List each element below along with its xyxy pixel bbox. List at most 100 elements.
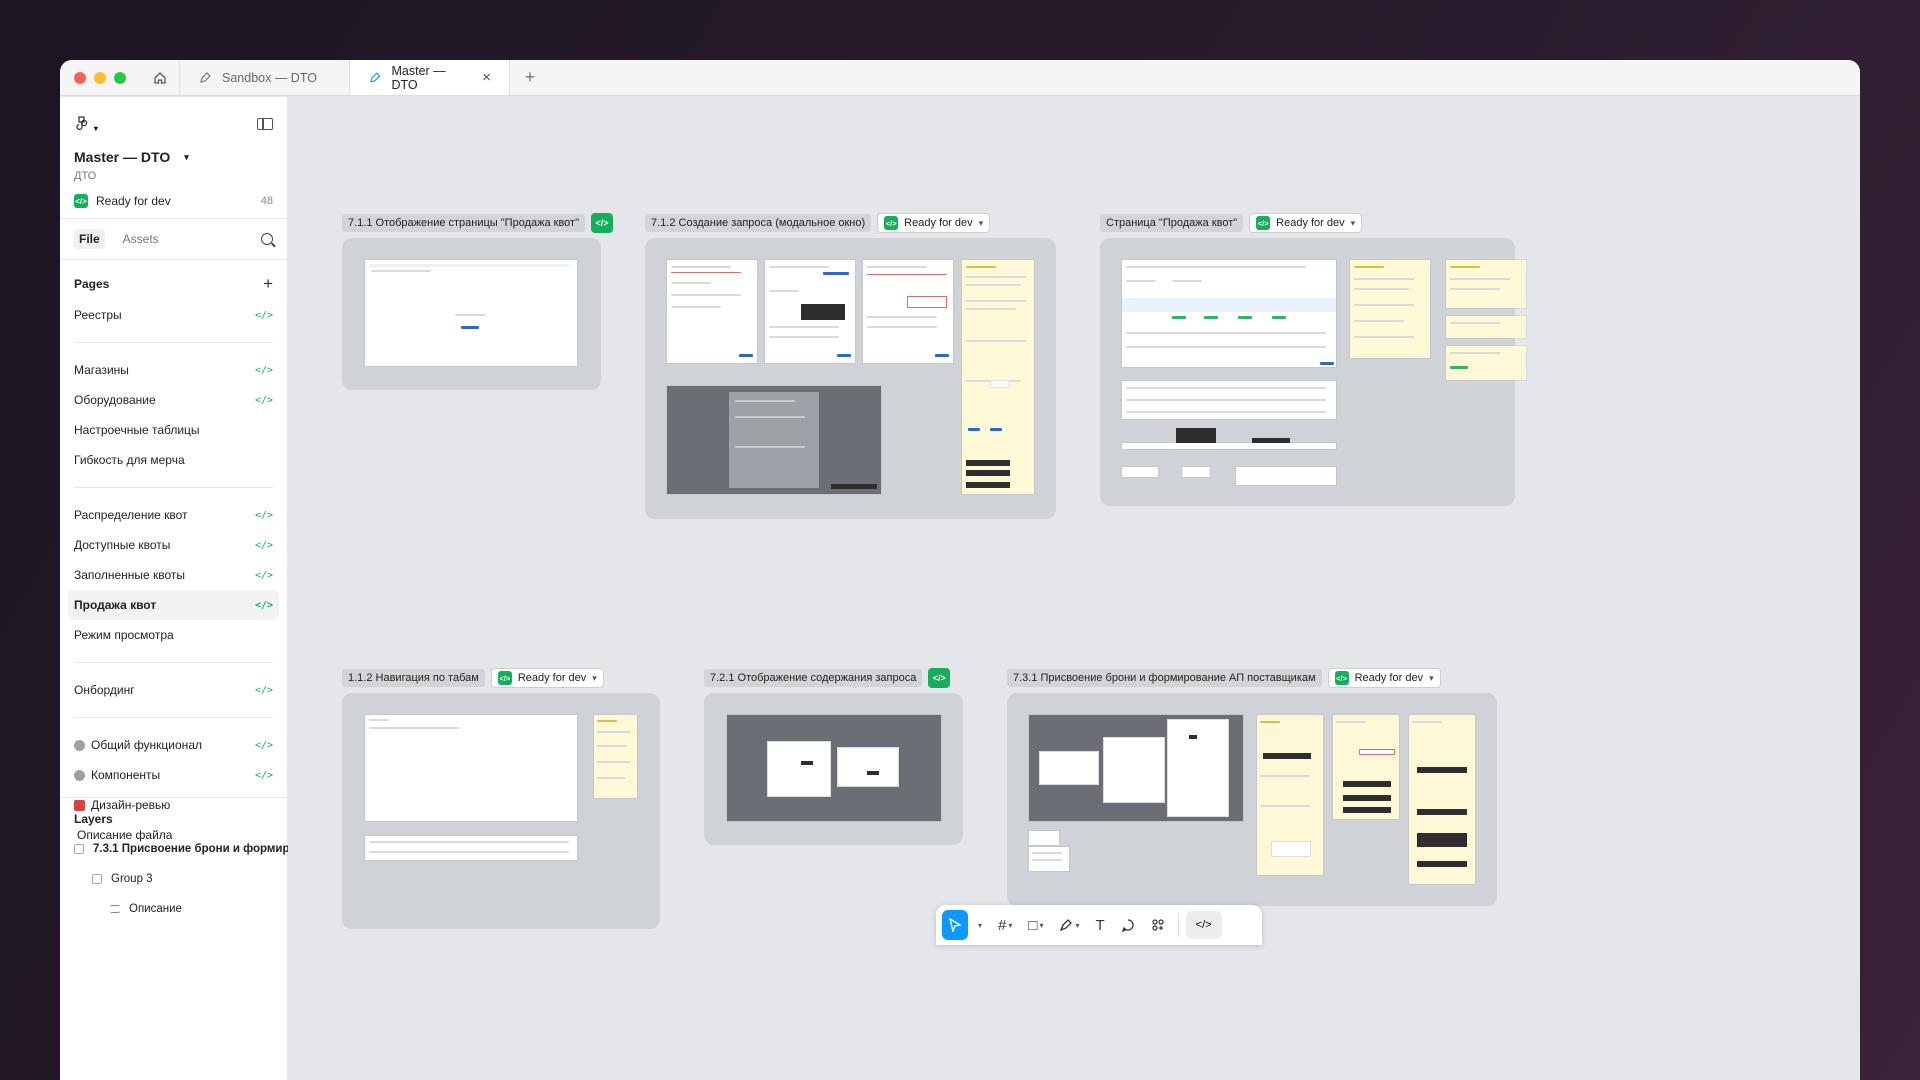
page-item[interactable]: Заполненные квоты </>	[68, 560, 279, 590]
layer-section[interactable]: 7.3.1 Присвоение брони и формиров	[60, 834, 288, 864]
dev-code-icon: </>	[1334, 671, 1349, 685]
chevron-down-icon: ▾	[1075, 920, 1080, 930]
notes-frame[interactable]	[594, 715, 637, 798]
section-icon	[74, 844, 84, 854]
page-item[interactable]: Оборудование </>	[68, 385, 279, 415]
notes-frame[interactable]	[1350, 260, 1430, 358]
section-label[interactable]: 7.2.1 Отображение содержания запроса </>	[704, 668, 951, 688]
section-label[interactable]: 7.1.1 Отображение страницы "Продажа квот…	[342, 213, 613, 233]
layer-text[interactable]: Описание	[60, 894, 288, 924]
actions-tool[interactable]	[1145, 910, 1171, 940]
design-canvas[interactable]: 7.1.1 Отображение страницы "Продажа квот…	[289, 97, 1860, 1080]
tabs-fragment-frame[interactable]	[365, 836, 577, 860]
section-title: 7.3.1 Присвоение брони и формирование АП…	[1007, 669, 1322, 687]
close-window-button[interactable]	[74, 71, 86, 84]
move-tool[interactable]	[942, 910, 968, 940]
notes-frame[interactable]	[962, 260, 1034, 494]
comment-icon	[1121, 919, 1134, 932]
home-tab[interactable]	[140, 60, 180, 95]
dev-mode-toggle[interactable]: </>	[1185, 911, 1222, 939]
page-item[interactable]: Реестры </>	[68, 300, 279, 330]
page-label: Магазины	[74, 363, 129, 377]
page-item[interactable]: Распределение квот </>	[68, 500, 279, 530]
dev-status-dropdown[interactable]: </> Ready for dev ▾	[1327, 668, 1441, 688]
page-item[interactable]: Настроечные таблицы	[68, 415, 279, 445]
section-label[interactable]: 1.1.2 Навигация по табам </> Ready for d…	[342, 668, 604, 688]
tab-assets[interactable]: Assets	[123, 232, 159, 246]
frame-tool[interactable]: # ▾	[992, 910, 1018, 940]
shape-tool[interactable]: □ ▾	[1022, 910, 1049, 940]
page-label: Режим просмотра	[74, 628, 174, 642]
screen-frame[interactable]	[365, 715, 577, 821]
page-label: Настроечные таблицы	[74, 423, 200, 437]
page-item[interactable]: Онбординг </>	[68, 675, 279, 705]
move-tool-options[interactable]: ▾	[972, 910, 988, 940]
page-item-selected[interactable]: Продажа квот </>	[68, 590, 279, 620]
page-item[interactable]: Доступные квоты </>	[68, 530, 279, 560]
screen-frame[interactable]	[365, 260, 577, 366]
dev-status-dropdown[interactable]: </> Ready for dev ▾	[490, 668, 604, 688]
layer-group[interactable]: Group 3	[60, 864, 288, 894]
dev-status-icon[interactable]: </>	[591, 213, 613, 233]
dev-code-icon: </>	[254, 309, 273, 321]
globe-emoji-icon	[74, 739, 85, 751]
modal-overlay-frame[interactable]	[1029, 715, 1243, 821]
comment-tool[interactable]	[1115, 910, 1141, 940]
dev-status-dropdown[interactable]: </> Ready for dev ▾	[877, 213, 991, 233]
section-frame[interactable]	[1007, 693, 1497, 906]
modal-overlay-frame[interactable]	[667, 386, 881, 494]
dev-status-dropdown[interactable]: </> Ready for dev ▾	[1249, 213, 1363, 233]
screen-frame[interactable]	[667, 260, 757, 363]
page-item[interactable]: Магазины </>	[68, 355, 279, 385]
tab-sandbox[interactable]: Sandbox — DTO	[180, 60, 350, 95]
modal-overlay-frame[interactable]	[727, 715, 941, 821]
pen-tool[interactable]: ▾	[1053, 910, 1085, 940]
tab-master[interactable]: Master — DTO ×	[350, 60, 510, 95]
new-tab-button[interactable]: +	[510, 60, 550, 95]
fragment-frame	[1029, 831, 1059, 845]
section-frame[interactable]	[645, 238, 1056, 519]
screen-frame[interactable]	[1122, 260, 1336, 367]
add-page-button[interactable]: +	[263, 274, 273, 294]
section-frame[interactable]	[342, 693, 660, 929]
section-label[interactable]: 7.1.2 Создание запроса (модальное окно) …	[645, 213, 991, 233]
text-tool[interactable]: T	[1089, 910, 1110, 940]
notes-frame[interactable]	[1446, 316, 1526, 338]
notes-frame[interactable]	[1333, 715, 1399, 819]
section-label[interactable]: 7.3.1 Присвоение брони и формирование АП…	[1007, 668, 1441, 688]
page-item[interactable]: Режим просмотра	[68, 620, 279, 650]
screen-frame[interactable]	[863, 260, 953, 363]
table-fragment-frame[interactable]	[1122, 381, 1336, 419]
zoom-window-button[interactable]	[114, 71, 126, 84]
minimize-window-button[interactable]	[94, 71, 106, 84]
panel-tabs: File Assets	[60, 219, 287, 260]
toggle-panel-icon[interactable]	[257, 118, 273, 130]
section-title: 7.1.1 Отображение страницы "Продажа квот…	[342, 214, 585, 232]
screen-frame[interactable]	[765, 260, 855, 363]
section-label[interactable]: Страница "Продажа квот" </> Ready for de…	[1100, 213, 1363, 233]
page-label: Компоненты	[91, 768, 161, 782]
search-icon[interactable]	[261, 233, 273, 245]
notes-frame[interactable]	[1257, 715, 1323, 875]
file-title: Master — DTO	[74, 149, 171, 165]
notes-frame[interactable]	[1446, 346, 1526, 380]
main-menu-button[interactable]: ▾	[74, 115, 98, 134]
page-item[interactable]: Гибкость для мерча	[68, 445, 279, 475]
section-frame[interactable]	[704, 693, 963, 845]
close-tab-icon[interactable]: ×	[482, 69, 491, 86]
section-frame[interactable]	[1100, 238, 1526, 506]
ready-for-dev-link[interactable]: </> Ready for dev 48	[74, 194, 273, 208]
notes-frame[interactable]	[1409, 715, 1475, 884]
page-item[interactable]: Компоненты </>	[68, 760, 279, 790]
dev-code-icon: </>	[884, 216, 899, 230]
page-item[interactable]: Общий функционал </>	[68, 730, 279, 760]
section-frame[interactable]	[342, 238, 601, 390]
dev-status-icon[interactable]: </>	[928, 668, 951, 688]
tab-file[interactable]: File	[74, 229, 105, 249]
cursor-icon	[949, 918, 962, 932]
rectangle-icon: □	[1028, 916, 1038, 934]
notes-frame[interactable]	[1446, 260, 1526, 308]
chevron-down-icon: ▾	[1039, 920, 1044, 930]
layer-label: Описание	[129, 903, 182, 915]
file-name-menu[interactable]: Master — DTO ▾	[74, 149, 273, 165]
